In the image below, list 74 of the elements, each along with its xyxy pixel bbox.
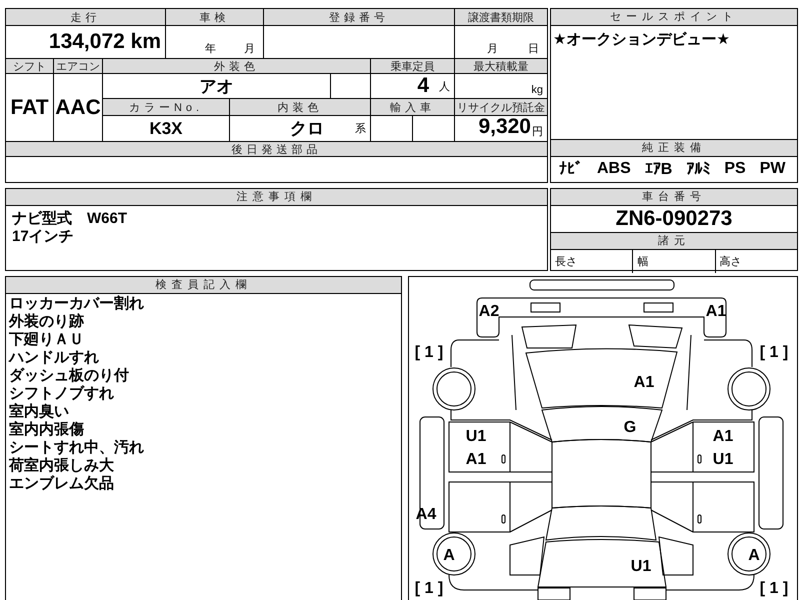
inspector-note: ハンドルすれ xyxy=(9,349,100,367)
unit-label: 日 xyxy=(528,42,539,56)
unit-label: 人 xyxy=(439,80,450,94)
inspector-note: シフトノブすれ xyxy=(9,385,115,402)
unit-label: 月 xyxy=(244,42,255,56)
equipment-item: ABS xyxy=(597,160,631,179)
inspector-note: 荷室内張しみ大 xyxy=(9,457,115,475)
mileage-value: 134,072 km xyxy=(6,26,165,58)
field-label: シフト xyxy=(6,59,53,73)
inspector-note: 室内内張傷 xyxy=(9,421,85,439)
unit-label: 年 xyxy=(205,42,216,56)
inspector-note: エンブレム欠品 xyxy=(9,475,115,493)
field-label: 輸入車 xyxy=(371,99,454,115)
damage-code: A2 xyxy=(478,303,500,320)
unit-label: 月 xyxy=(487,42,498,56)
field-label: 外装色 xyxy=(103,59,370,73)
exterior-color-value: アオ xyxy=(103,74,330,98)
damage-code: U1 xyxy=(712,451,734,468)
field-label: 登録番号 xyxy=(264,9,454,25)
spec-label: 長さ xyxy=(551,250,634,273)
unit-label: 系 xyxy=(355,122,366,136)
field-label: エアコン xyxy=(54,59,102,73)
field-label: 譲渡書類期限 xyxy=(455,9,547,25)
field-label: 最大積載量 xyxy=(455,59,547,73)
section-heading: 諸元 xyxy=(551,233,797,249)
damage-code: [ 1 ] xyxy=(760,344,788,361)
field-label: リサイクル預託金 xyxy=(455,99,547,115)
section-heading: 車台番号 xyxy=(551,189,797,206)
field-label: 乗車定員 xyxy=(371,59,454,73)
section-heading: 注意事項欄 xyxy=(6,189,547,206)
field-label: 車検 xyxy=(166,9,263,25)
inspector-note: 外装のり跡 xyxy=(9,313,85,331)
section-heading: セールスポイント xyxy=(551,9,797,26)
note-line: 17インチ xyxy=(12,228,75,246)
damage-code: [ 1 ] xyxy=(414,344,444,361)
spec-label: 高さ xyxy=(718,254,743,270)
interior-color-value: クロ xyxy=(290,118,324,140)
inspector-note: ダッシュ板のり付 xyxy=(9,367,130,385)
field-label: 後日発送部品 xyxy=(6,142,547,156)
damage-code: A1 xyxy=(712,428,734,445)
inspector-note: 下廻りＡＵ xyxy=(9,331,85,349)
shift-value: FAT xyxy=(6,74,53,141)
section-heading: 純正装備 xyxy=(551,139,797,157)
equipment-item: ｱﾙﾐ xyxy=(686,160,710,179)
damage-code: A1 xyxy=(634,374,654,391)
inspector-note: ロッカーカバー割れ xyxy=(9,295,145,313)
color-number-value: K3X xyxy=(103,116,229,141)
damage-code: G xyxy=(624,419,636,436)
field-label: カラーNo. xyxy=(103,99,229,115)
field-label: 走行 xyxy=(6,9,165,25)
damage-code: U1 xyxy=(630,558,652,575)
equipment-item: ﾅﾋﾞ xyxy=(559,160,583,179)
aircon-value: AAC xyxy=(54,74,102,141)
equipment-item: PS xyxy=(724,160,746,179)
equipment-item: PW xyxy=(760,160,786,179)
damage-code: A1 xyxy=(466,451,486,468)
damage-code: A1 xyxy=(706,303,726,320)
spec-label: 幅 xyxy=(633,250,716,273)
equipment-item: ｴｱB xyxy=(644,160,672,179)
field-label: 内装色 xyxy=(230,99,370,115)
damage-code: [ 1 ] xyxy=(414,580,444,597)
capacity-value: 4 xyxy=(417,74,429,98)
damage-code: [ 1 ] xyxy=(760,580,788,597)
damage-code: A xyxy=(748,547,760,564)
recycle-fee-value: 9,320 xyxy=(478,116,531,139)
inspector-note: シートすれ中、汚れ xyxy=(9,439,145,456)
unit-label: kg xyxy=(531,84,543,96)
inspector-note: 室内臭い xyxy=(9,403,70,420)
damage-code: A xyxy=(443,547,455,564)
note-line: ナビ型式 W66T xyxy=(12,210,128,228)
section-heading: 検査員記入欄 xyxy=(6,277,401,294)
damage-code: U1 xyxy=(466,428,486,445)
unit-label: 円 xyxy=(532,125,543,139)
sales-point-text: ★オークションデビュー★ xyxy=(552,30,731,50)
